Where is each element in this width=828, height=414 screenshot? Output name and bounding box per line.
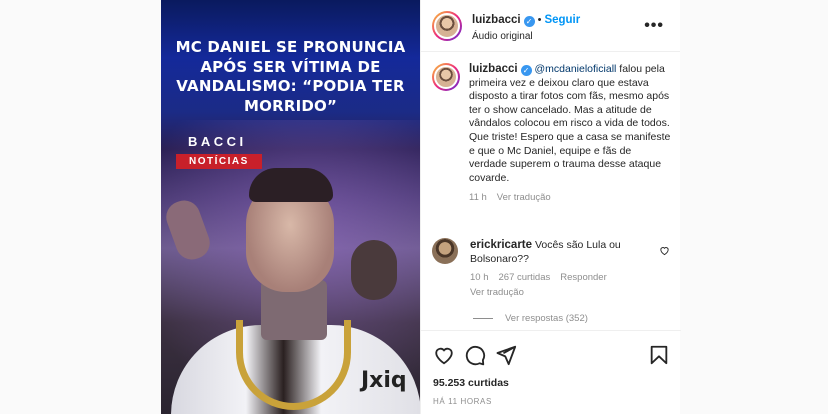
caption-username[interactable]: luizbacci — [469, 63, 518, 75]
hair — [249, 168, 333, 202]
follow-button[interactable]: Seguir — [544, 14, 580, 26]
caption-text: falou pela primeira vez e deixou claro q… — [469, 63, 671, 184]
verified-icon: ✓ — [520, 65, 532, 76]
caption-mention[interactable]: @mcdanieloficiall — [535, 63, 617, 75]
view-replies-button[interactable]: Ver respostas (352) — [473, 313, 588, 324]
commenter-avatar[interactable] — [432, 238, 458, 264]
caption-translate-link[interactable]: Ver tradução — [497, 192, 551, 203]
comment-translate-link[interactable]: Ver tradução — [470, 287, 524, 298]
bookmark-icon[interactable] — [648, 344, 670, 366]
reply-button[interactable]: Responder — [560, 272, 606, 283]
media-headline: MC DANIEL SE PRONUNCIA APÓS SER VÍTIMA D… — [175, 38, 406, 115]
post-timestamp: HÁ 11 HORAS — [433, 397, 492, 406]
more-icon[interactable]: ••• — [644, 17, 664, 35]
view-replies-label: Ver respostas (352) — [505, 313, 588, 324]
likes-count[interactable]: 95.253 curtidas — [433, 377, 509, 389]
action-bar: 95.253 curtidas HÁ 11 HORAS — [421, 330, 681, 414]
media-tag: NOTÍCIAS — [176, 154, 262, 169]
post-modal: Jxiq MC DANIEL SE PRONUNCIA APÓS SER VÍT… — [161, 0, 681, 414]
comment-time: 10 h — [470, 272, 489, 283]
audio-link[interactable]: Áudio original — [472, 31, 580, 42]
author-avatar[interactable] — [432, 10, 462, 41]
caption-avatar[interactable] — [432, 63, 460, 91]
comment-icon[interactable] — [464, 344, 486, 366]
commenter-username[interactable]: erickricarte — [470, 239, 532, 251]
caption-time: 11 h — [469, 192, 487, 204]
heart-icon[interactable] — [433, 344, 455, 366]
post-media[interactable]: Jxiq MC DANIEL SE PRONUNCIA APÓS SER VÍT… — [161, 0, 420, 414]
verified-icon: ✓ — [523, 15, 535, 27]
post-header: luizbacci ✓ • Seguir Áudio original ••• — [421, 0, 680, 52]
author-username[interactable]: luizbacci — [472, 14, 521, 26]
post-caption: luizbacci ✓ @mcdanieloficiall falou pela … — [432, 63, 672, 205]
separator-dot: • — [537, 13, 542, 26]
background-person — [351, 240, 397, 300]
media-brand: BACCI — [188, 134, 247, 149]
post-sidebar: luizbacci ✓ • Seguir Áudio original ••• lui… — [420, 0, 681, 414]
replies-divider — [473, 318, 493, 319]
comment-item: erickricarte Vocês são Lula ou Bolsonaro… — [432, 238, 672, 300]
comment-likes[interactable]: 267 curtidas — [499, 272, 551, 283]
comment-heart-icon[interactable] — [659, 245, 670, 256]
shirt-logo-text: Jxiq — [361, 368, 407, 393]
share-icon[interactable] — [495, 344, 517, 366]
